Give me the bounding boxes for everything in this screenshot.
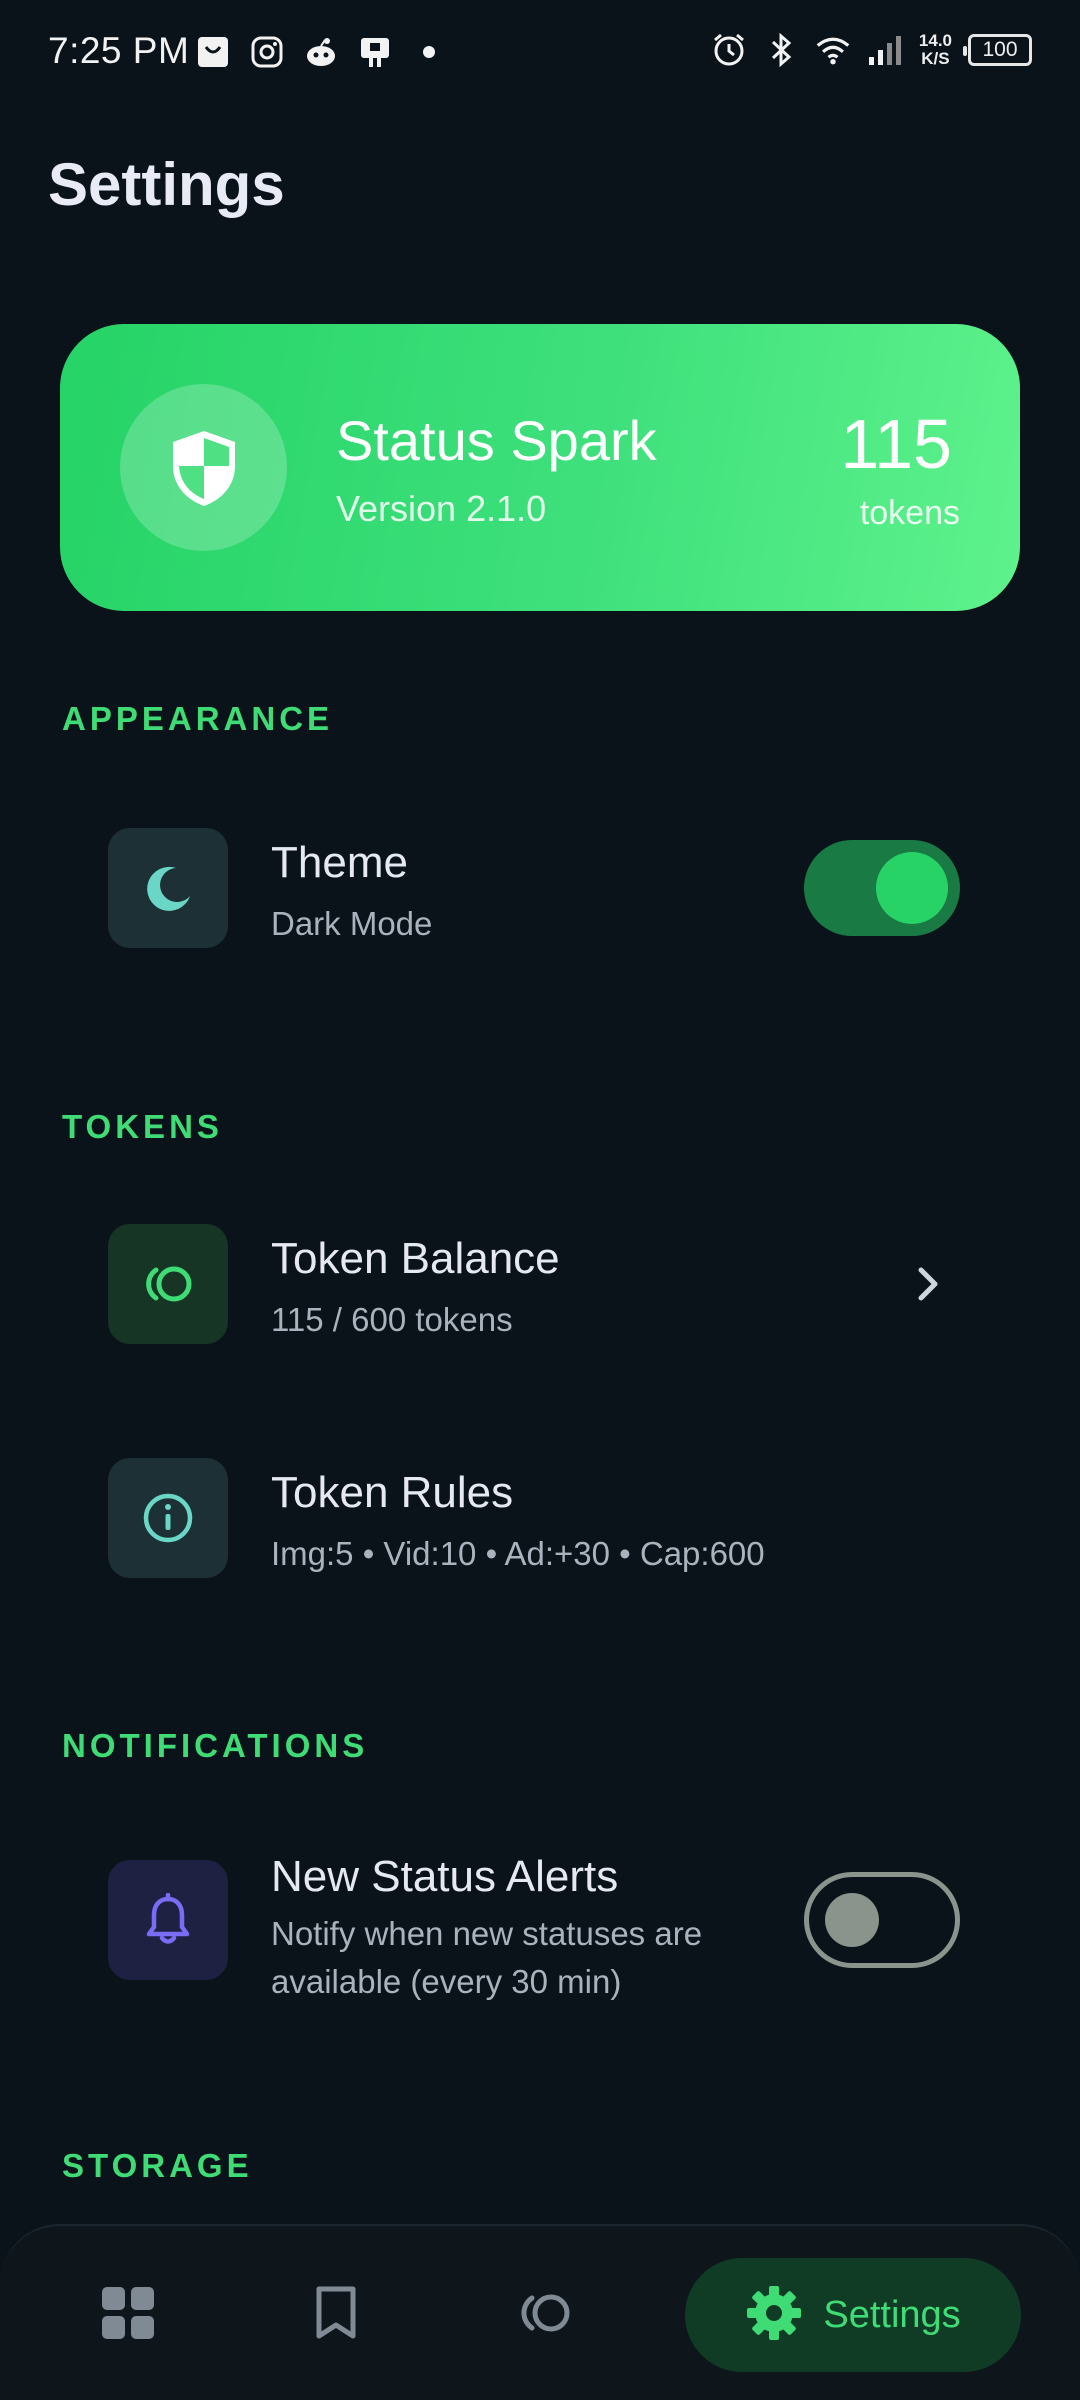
token-icon [512,2289,576,2342]
battery-indicator: 100 [963,34,1032,66]
app-name: Status Spark [336,409,657,472]
status-alerts-toggle[interactable] [804,1872,960,1968]
theme-toggle[interactable] [804,840,960,936]
token-icon [108,1224,228,1344]
status-alerts-subtitle: Notify when new statuses are available (… [271,1910,702,2006]
nav-saved[interactable] [278,2258,394,2372]
network-speed: 14.0 K/S [919,32,952,68]
shield-icon [120,384,287,551]
moon-icon [108,828,228,948]
toggle-knob [825,1893,879,1947]
instagram-icon [249,34,285,70]
status-alerts-subtitle-line1: Notify when new statuses are [271,1915,703,1952]
section-header-storage: STORAGE [62,2147,253,2184]
status-alerts-row[interactable]: New Status Alerts Notify when new status… [108,1852,972,2000]
settings-screen: 7:25 PM 14.0 K/S 100 Settings Status Spa… [0,0,1080,2400]
nav-tokens[interactable] [486,2258,602,2372]
bluetooth-icon [763,32,799,68]
toggle-knob [876,852,948,924]
notification-icons [195,34,447,70]
token-balance-title: Token Balance [271,1234,560,1283]
app-info-card: Status Spark Version 2.1.0 115 tokens [60,324,1020,611]
dot-icon [411,34,447,70]
nav-settings[interactable]: Settings [685,2258,1021,2372]
nav-home[interactable] [70,2258,186,2372]
info-icon [108,1458,228,1578]
signal-icon [867,32,903,68]
network-speed-value: 14.0 [918,31,952,50]
theme-title: Theme [271,838,408,887]
app-version: Version 2.1.0 [336,488,547,529]
token-count: 115 [840,405,952,483]
token-balance-subtitle: 115 / 600 tokens [271,1301,513,1338]
shopping-bag-icon [195,34,231,70]
gear-icon [745,2284,803,2347]
wifi-icon [815,32,851,68]
bookmark-icon [313,2285,359,2346]
token-count-label: tokens [859,494,960,532]
nav-settings-label: Settings [823,2293,961,2336]
section-header-tokens: TOKENS [62,1108,223,1145]
token-rules-title: Token Rules [271,1468,514,1517]
grid-icon [100,2285,156,2346]
token-rules-row[interactable]: Token Rules Img:5 • Vid:10 • Ad:+30 • Ca… [108,1458,972,1578]
theme-subtitle: Dark Mode [271,905,433,942]
page-title: Settings [48,151,285,218]
reddit-icon [303,34,339,70]
bottom-navigation: Settings [0,2224,1080,2400]
network-speed-unit: K/S [921,49,950,68]
status-alerts-title: New Status Alerts [271,1852,619,1901]
status-bar: 7:25 PM 14.0 K/S 100 [0,0,1080,108]
system-icons: 14.0 K/S 100 [711,32,1032,68]
section-header-notifications: NOTIFICATIONS [62,1727,369,1764]
status-time: 7:25 PM [48,30,190,71]
theme-setting-row[interactable]: Theme Dark Mode [108,828,972,948]
section-header-appearance: APPEARANCE [62,700,334,737]
alarm-icon [711,32,747,68]
token-balance-row[interactable]: Token Balance 115 / 600 tokens [108,1224,972,1344]
cast-icon [357,34,393,70]
token-rules-subtitle: Img:5 • Vid:10 • Ad:+30 • Cap:600 [271,1535,765,1572]
chevron-right-icon [904,1260,952,1308]
status-alerts-subtitle-line2: available (every 30 min) [271,1963,622,2000]
bell-icon [108,1860,228,1980]
